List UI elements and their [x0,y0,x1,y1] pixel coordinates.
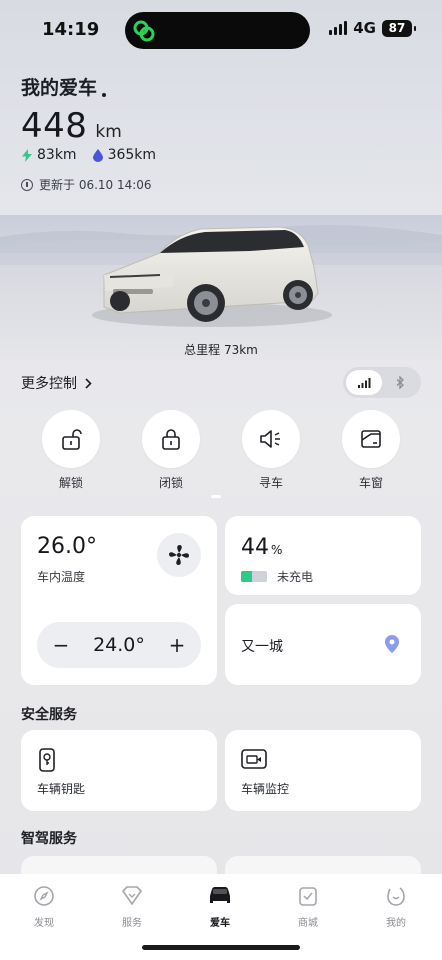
battery-level-bar [241,571,267,582]
more-controls-link[interactable]: 更多控制 [21,373,92,393]
battery-percent-value: 44 [241,535,269,560]
fuel-range: 365km [107,147,157,163]
tab-my-car[interactable]: 爱车 [190,884,250,929]
charging-status: 未充电 [277,570,314,584]
more-controls-label: 更多控制 [21,376,77,392]
profile-icon [387,887,405,906]
monitor-icon [241,749,267,769]
bluetooth-icon [396,376,404,389]
find-car-label: 寻车 [258,476,283,490]
vehicle-monitor-card[interactable]: 车辆监控 [225,730,421,811]
connection-toggle[interactable] [343,367,421,398]
chevron-right-icon [85,377,92,389]
increase-temperature-button[interactable]: + [168,633,186,657]
unlock-label: 解锁 [58,476,83,490]
window-icon [361,430,381,448]
wechat-link-icon [133,20,155,42]
update-text: 更新于 06.10 14:06 [39,178,152,192]
page-title-text: 我的爱车 [21,77,98,99]
tab-my-car-label: 爱车 [210,918,230,929]
window-label: 车窗 [358,476,383,490]
status-right: 4G 87 [329,19,416,37]
range-unit: km [95,122,122,142]
sub-range: 83km 365km [22,147,172,163]
signal-icon [358,378,371,388]
status-bar: 14:19 4G 87 [0,0,442,62]
unlock-icon [62,429,82,450]
network-type: 4G [353,19,376,37]
battery-icon: 87 [382,19,416,37]
bag-icon [299,887,317,906]
bluetooth-option[interactable] [382,370,418,395]
window-button[interactable]: 车窗 [341,410,401,491]
unlock-button[interactable]: 解锁 [41,410,101,491]
fuel-drop-icon [92,148,103,162]
tab-discover-label: 发现 [34,918,54,929]
temperature-stepper: − 24.0° + [37,622,201,668]
tab-service-label: 服务 [122,918,142,929]
total-range: 448 km [21,106,122,146]
tab-mall[interactable]: 商城 [278,884,338,929]
status-time: 14:19 [42,19,100,40]
lock-button[interactable]: 闭锁 [141,410,201,491]
page-title[interactable]: 我的爱车 [21,73,107,100]
lock-label: 闭锁 [158,476,183,490]
vehicle-key-label: 车辆钥匙 [37,782,86,796]
tab-service[interactable]: 服务 [102,884,162,929]
fan-button[interactable] [157,533,201,577]
battery-level-fill [241,571,253,582]
home-indicator[interactable] [142,945,300,950]
cabin-temperature: 26.0° [37,534,97,559]
location-card[interactable]: 又一城 [225,604,421,685]
odometer: 总里程 73km [184,343,258,357]
tab-profile[interactable]: 我的 [366,884,426,929]
update-time: 更新于 06.10 14:06 [21,176,152,193]
location-pin-icon [385,635,399,653]
battery-card[interactable]: 44% 未充电 [225,516,421,595]
fan-icon [169,545,189,565]
vehicle-monitor-label: 车辆监控 [241,782,290,796]
horn-icon [260,430,280,448]
compass-icon [34,886,54,906]
safety-section-title: 安全服务 [21,707,77,723]
page-indicator [211,495,221,498]
vehicle-key-card[interactable]: 车辆钥匙 [21,730,217,811]
key-icon [39,748,55,772]
smart-drive-section-title: 智驾服务 [21,831,77,847]
battery-percent: 44% [241,535,282,560]
signal-option[interactable] [346,370,382,395]
location-name: 又一城 [241,639,283,655]
electric-range: 83km [37,147,77,163]
car-icon [210,887,230,903]
info-icon [21,178,33,191]
dynamic-island [125,12,310,49]
lock-icon [162,429,180,450]
target-temperature: 24.0° [93,634,145,656]
find-car-button[interactable]: 寻车 [241,410,301,491]
car-image[interactable] [0,215,442,360]
heart-icon [122,886,142,905]
range-value: 448 [21,106,88,146]
tab-mall-label: 商城 [298,918,318,929]
cellular-signal-icon [329,21,348,35]
tab-profile-label: 我的 [386,918,406,929]
battery-percent-unit: % [271,543,283,557]
climate-card[interactable]: 26.0° 车内温度 − 24.0° + [21,516,217,685]
cabin-temperature-label: 车内温度 [37,570,86,584]
title-dot [102,93,107,97]
lightning-icon [22,148,32,162]
decrease-temperature-button[interactable]: − [52,633,70,657]
tab-discover[interactable]: 发现 [14,884,74,929]
